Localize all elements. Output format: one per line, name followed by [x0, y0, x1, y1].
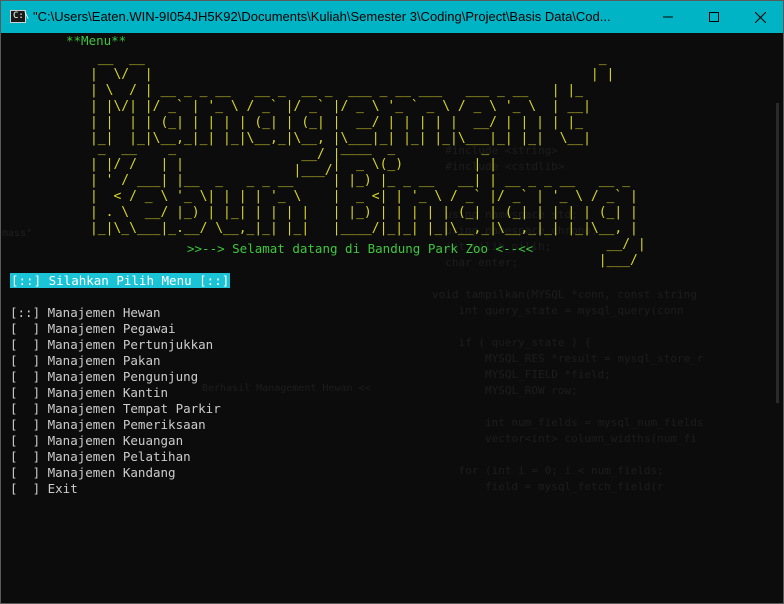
ascii-line: | < / _ \ '_ \| | | | '_ \ | _ <| | '_ \… — [90, 189, 646, 204]
menu-item-pengunjung[interactable]: [ ] Manajemen Pengunjung — [10, 369, 221, 385]
menu-item-pakan[interactable]: [ ] Manajemen Pakan — [10, 353, 221, 369]
console-app-icon: C:\ — [10, 10, 29, 23]
menu-list: [::] Manajemen Hewan [ ] Manajemen Pegaw… — [10, 305, 221, 497]
ascii-line: | . \ __/ |_) | |_| | | | | | |_) | | | … — [90, 205, 646, 220]
maximize-button[interactable] — [691, 1, 737, 33]
close-button[interactable] — [737, 1, 783, 33]
welcome-message: >>--> Selamat datang di Bandung Park Zoo… — [187, 241, 534, 256]
minimize-button[interactable] — [645, 1, 691, 33]
ascii-line: | |/ / | | | _ \(_) | | — [90, 157, 662, 172]
minimize-icon — [663, 16, 673, 18]
ascii-line: __ __ _ — [90, 51, 631, 66]
maximize-icon — [709, 12, 719, 22]
vertical-scrollbar[interactable] — [771, 33, 783, 603]
menu-prompt: [::] Silahkan Pilih Menu [::] — [10, 273, 231, 288]
close-icon — [754, 11, 766, 23]
menu-item-kantin[interactable]: [ ] Manajemen Kantin — [10, 385, 221, 401]
background-ghost-fragment: mass" — [2, 228, 33, 239]
menu-item-exit[interactable]: [ ] Exit — [10, 481, 221, 497]
menu-item-pertunjukkan[interactable]: [ ] Manajemen Pertunjukkan — [10, 337, 221, 353]
ascii-line: | \/ | | | — [90, 67, 631, 82]
console-output[interactable]: #include <string> #include <cstdlib> usi… — [2, 33, 772, 603]
ascii-line: _ __ _ ____ _ _ — [90, 141, 662, 156]
menu-header: **Menu** — [66, 33, 127, 48]
scrollbar-thumb[interactable] — [776, 103, 779, 403]
ascii-line: | \ / | __ _ _ __ __ _ __ _ ___ _ __ ___… — [90, 83, 591, 98]
menu-item-tempat-parkir[interactable]: [ ] Manajemen Tempat Parkir — [10, 401, 221, 417]
title-bar[interactable]: C:\ "C:\Users\Eaten.WIN-9I054JH5K92\Docu… — [1, 1, 783, 33]
console-window: C:\ "C:\Users\Eaten.WIN-9I054JH5K92\Docu… — [0, 0, 784, 604]
window-title: "C:\Users\Eaten.WIN-9I054JH5K92\Document… — [33, 9, 611, 24]
menu-item-pelatihan[interactable]: [ ] Manajemen Pelatihan — [10, 449, 221, 465]
menu-item-kandang[interactable]: [ ] Manajemen Kandang — [10, 465, 221, 481]
ascii-line: | ' / ___| |__ _ _ _ __ | |_) |_ _ __ __… — [90, 173, 646, 188]
menu-item-pegawai[interactable]: [ ] Manajemen Pegawai — [10, 321, 221, 337]
menu-item-hewan[interactable]: [::] Manajemen Hewan — [10, 305, 221, 321]
ascii-line: | | | | (_| | | | | (_| | (_| | __/ | | … — [90, 115, 591, 130]
ascii-line: |_|\_\___|_.__/ \__,_|_| |_| |____/|_|_|… — [90, 221, 646, 236]
background-ghost-fragment: Berhasil Management Hewan << — [202, 383, 371, 394]
menu-item-pemeriksaan[interactable]: [ ] Manajemen Pemeriksaan — [10, 417, 221, 433]
menu-item-keuangan[interactable]: [ ] Manajemen Keuangan — [10, 433, 221, 449]
ascii-line: | |\/| |/ _` | '_ \ / _` |/ _` |/ _ \ '_… — [90, 99, 591, 114]
